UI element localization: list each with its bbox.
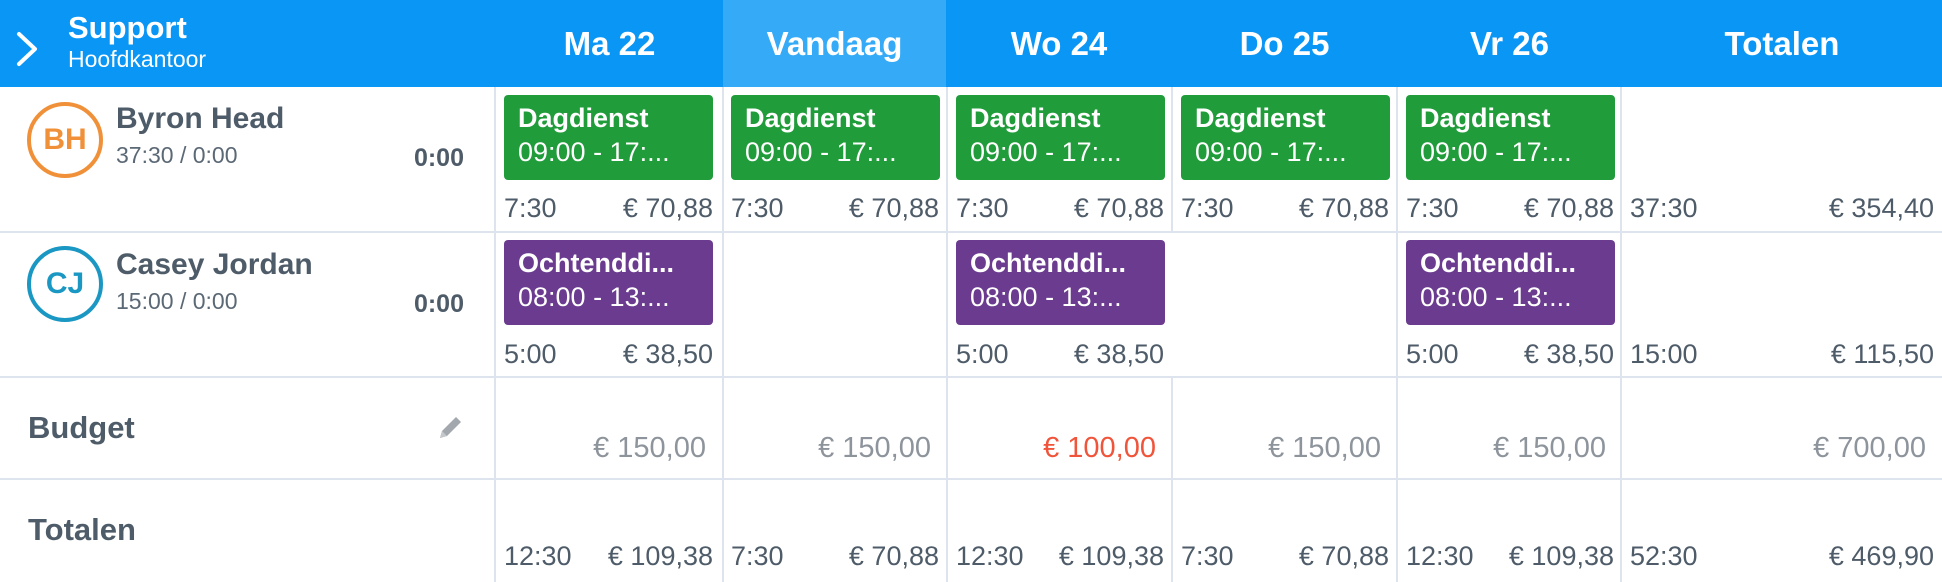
shift-cost: € 70,88: [622, 193, 713, 223]
shift-block[interactable]: Ochtenddi... 08:00 - 13:...: [504, 240, 713, 325]
grid-line: [0, 478, 1942, 480]
day-header-fri[interactable]: Vr 26: [1397, 0, 1622, 87]
shift-block[interactable]: Dagdienst 09:00 - 17:...: [1181, 95, 1390, 180]
day-total-cost: € 70,88: [1298, 541, 1389, 571]
grid-line: [946, 87, 948, 582]
week-total-hours: 52:30: [1630, 541, 1698, 571]
shift-name: Dagdienst: [518, 103, 649, 133]
schedule-header: Support Hoofdkantoor Ma 22 Vandaag Wo 24…: [0, 0, 1942, 87]
week-cost: € 354,40: [1828, 193, 1934, 223]
grid-line: [494, 87, 496, 582]
budget-value[interactable]: € 150,00: [1493, 432, 1606, 465]
day-header-wed[interactable]: Wo 24: [946, 0, 1172, 87]
avatar[interactable]: BH: [27, 102, 103, 178]
grid-line: [1620, 87, 1622, 582]
week-total-cost: € 469,90: [1828, 541, 1934, 571]
grid-line: [0, 231, 1942, 233]
shift-name: Dagdienst: [1195, 103, 1326, 133]
day-total-cost: € 70,88: [848, 541, 939, 571]
shift-name: Dagdienst: [970, 103, 1101, 133]
grid-line: [1396, 87, 1398, 582]
shift-hours: 7:30: [504, 193, 557, 223]
shift-cost: € 38,50: [1073, 339, 1164, 369]
day-total-hours: 12:30: [1406, 541, 1474, 571]
chevron-right-icon[interactable]: [14, 30, 40, 68]
budget-value[interactable]: € 150,00: [1268, 432, 1381, 465]
shift-hours: 7:30: [1181, 193, 1234, 223]
shift-hours: 7:30: [731, 193, 784, 223]
team-name[interactable]: Support: [68, 10, 187, 46]
shift-name: Ochtenddi...: [1420, 248, 1577, 278]
day-total-hours: 12:30: [504, 541, 572, 571]
shift-hours: 5:00: [956, 339, 1009, 369]
shift-block[interactable]: Ochtenddi... 08:00 - 13:...: [1406, 240, 1615, 325]
shift-block[interactable]: Ochtenddi... 08:00 - 13:...: [956, 240, 1165, 325]
shift-time: 09:00 - 17:...: [1420, 137, 1572, 167]
shift-cost: € 70,88: [1523, 193, 1614, 223]
shift-time: 08:00 - 13:...: [1420, 282, 1572, 312]
day-total-cost: € 109,38: [1058, 541, 1164, 571]
shift-time: 08:00 - 13:...: [518, 282, 670, 312]
shift-cost: € 70,88: [848, 193, 939, 223]
week-hours: 37:30: [1630, 193, 1698, 223]
shift-hours: 5:00: [1406, 339, 1459, 369]
shift-time: 08:00 - 13:...: [970, 282, 1122, 312]
day-header-today[interactable]: Vandaag: [723, 0, 946, 87]
employee-name[interactable]: Casey Jordan: [116, 248, 313, 282]
shift-name: Ochtenddi...: [518, 248, 675, 278]
shift-name: Dagdienst: [1420, 103, 1551, 133]
shift-name: Ochtenddi...: [970, 248, 1127, 278]
pencil-icon[interactable]: [436, 412, 466, 442]
shift-time: 09:00 - 17:...: [970, 137, 1122, 167]
shift-hours: 7:30: [956, 193, 1009, 223]
day-header-mon[interactable]: Ma 22: [496, 0, 723, 87]
day-total-hours: 7:30: [1181, 541, 1234, 571]
shift-cost: € 38,50: [622, 339, 713, 369]
employee-total: 0:00: [413, 144, 464, 172]
shift-cost: € 70,88: [1298, 193, 1389, 223]
shift-block[interactable]: Dagdienst 09:00 - 17:...: [504, 95, 713, 180]
grid-line: [0, 376, 1942, 378]
grid-line: [722, 87, 724, 582]
budget-label: Budget: [28, 410, 135, 445]
shift-time: 09:00 - 17:...: [1195, 137, 1347, 167]
shift-block[interactable]: Dagdienst 09:00 - 17:...: [1406, 95, 1615, 180]
employee-hours: 15:00 / 0:00: [116, 288, 238, 314]
shift-block[interactable]: Dagdienst 09:00 - 17:...: [956, 95, 1165, 180]
budget-total: € 700,00: [1813, 432, 1926, 464]
avatar[interactable]: CJ: [27, 246, 103, 322]
employee-hours: 37:30 / 0:00: [116, 142, 238, 168]
day-total-cost: € 109,38: [607, 541, 713, 571]
shift-name: Dagdienst: [745, 103, 876, 133]
totals-header: Totalen: [1724, 24, 1840, 62]
day-total-hours: 7:30: [731, 541, 784, 571]
budget-value[interactable]: € 150,00: [593, 432, 706, 465]
grid-line: [1171, 87, 1173, 231]
week-cost: € 115,50: [1830, 339, 1934, 369]
shift-cost: € 38,50: [1523, 339, 1614, 369]
day-header-thu[interactable]: Do 25: [1172, 0, 1397, 87]
week-hours: 15:00: [1630, 339, 1698, 369]
budget-value[interactable]: € 150,00: [818, 432, 931, 465]
shift-hours: 7:30: [1406, 193, 1459, 223]
employee-name[interactable]: Byron Head: [116, 102, 284, 136]
day-total-cost: € 109,38: [1508, 541, 1614, 571]
shift-hours: 5:00: [504, 339, 557, 369]
shift-time: 09:00 - 17:...: [518, 137, 670, 167]
budget-value-over[interactable]: € 100,00: [1043, 432, 1156, 465]
shift-cost: € 70,88: [1073, 193, 1164, 223]
shift-time: 09:00 - 17:...: [745, 137, 897, 167]
team-location: Hoofdkantoor: [68, 46, 207, 72]
employee-total: 0:00: [413, 290, 464, 318]
totals-label: Totalen: [28, 512, 136, 547]
day-total-hours: 12:30: [956, 541, 1024, 571]
shift-block[interactable]: Dagdienst 09:00 - 17:...: [731, 95, 940, 180]
